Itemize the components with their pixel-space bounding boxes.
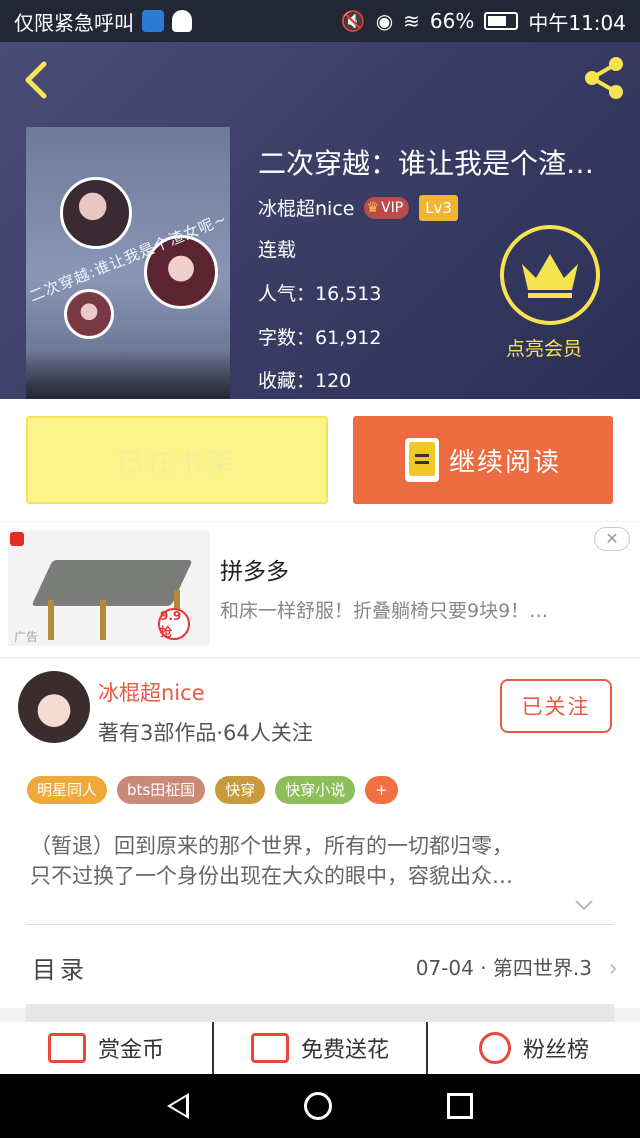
on-shelf-button[interactable]: 已在书架 [26, 416, 328, 504]
signal-app-icon [142, 10, 164, 32]
mute-icon: 🔇 [340, 9, 366, 33]
feature-label: 免费送花 [300, 1038, 389, 1063]
book-word-count: 字数：61,912 [258, 327, 382, 349]
toc-row[interactable]: 目录 07-04 · 第四世界.3 › [0, 924, 640, 1008]
clock: 中午11:04 [528, 10, 626, 35]
vip-promo-button[interactable] [500, 225, 600, 325]
author-avatar[interactable] [18, 671, 90, 743]
vip-badge-label: VIP [381, 199, 404, 216]
description-line: 只不过换了一个身份出现在大众的眼中，容貌出众… [30, 864, 513, 888]
price-tag: 9.9抢 [158, 608, 190, 640]
chair-leg [48, 600, 54, 640]
nav-back-icon[interactable] [167, 1093, 190, 1119]
tag-chip[interactable]: 明星同人 [27, 776, 108, 804]
ad-banner[interactable]: 9.9抢 广告 拼多多 和床一样舒服！折叠躺椅只要9块9！… ✕ [0, 521, 640, 657]
envelope-icon [47, 1033, 86, 1063]
crown-icon: ♛ [366, 199, 380, 216]
continue-reading-button[interactable]: 继续阅读 [353, 416, 613, 504]
book-header: 二次穿越:谁让我是个渣女呢~ 二次穿越：谁让我是个渣… 冰棍超nice ♛ VI… [0, 42, 640, 399]
action-bar: 已在书架 继续阅读 [0, 399, 640, 521]
cover-portrait [64, 289, 114, 339]
chair-leg [100, 600, 106, 640]
vip-badge: ♛ VIP [364, 196, 410, 219]
status-text: 仅限紧急呼叫 [14, 10, 134, 35]
ad-description[interactable]: 和床一样舒服！折叠躺椅只要9块9！… [220, 596, 620, 623]
feature-row: 赏金币 免费送花 粉丝榜 [0, 1022, 640, 1074]
follow-button[interactable]: 已关注 [500, 679, 612, 733]
ad-tag: 广告 [14, 630, 39, 644]
level-badge: Lv3 [419, 194, 458, 221]
feature-label: 赏金币 [97, 1038, 164, 1063]
pinduoduo-logo-icon [10, 532, 24, 546]
tag-list: 明星同人 bts田柾国 快穿 快穿小说 + [0, 765, 640, 815]
author-meta: 著有3部作品·64人关注 [98, 721, 313, 745]
battery-percent: 66% [429, 9, 475, 33]
tag-chip[interactable]: 快穿 [215, 776, 266, 804]
fan-ranking-button[interactable]: 粉丝榜 [428, 1022, 640, 1074]
tag-chip[interactable]: bts田柾国 [117, 776, 206, 804]
ad-image[interactable]: 9.9抢 广告 [8, 530, 210, 646]
author-name[interactable]: 冰棍超nice [98, 677, 205, 707]
book-author-line: 冰棍超nice ♛ VIP Lv3 [258, 194, 458, 221]
system-nav-bar [0, 1074, 640, 1138]
book-description[interactable]: （暂退）回到原来的那个世界，所有的一切都归零， 只不过换了一个身份出现在大众的眼… [0, 815, 640, 925]
flower-icon [250, 1033, 289, 1063]
chevron-down-icon[interactable] [574, 895, 594, 915]
crown-icon [522, 254, 578, 298]
book-icon [404, 438, 439, 482]
share-icon[interactable] [580, 54, 628, 102]
status-bar: 仅限紧急呼叫 🔇 ◉ ≋ 66% 中午11:04 [0, 0, 640, 42]
eye-icon: ◉ [375, 9, 394, 33]
send-flower-button[interactable]: 免费送花 [214, 1022, 428, 1074]
reward-coins-button[interactable]: 赏金币 [0, 1022, 214, 1074]
chevron-right-icon: › [608, 954, 618, 982]
ad-title[interactable]: 拼多多 [220, 552, 289, 586]
cover-trees [26, 351, 230, 399]
tag-chip[interactable]: 快穿小说 [275, 776, 356, 804]
book-title: 二次穿越：谁让我是个渣… [258, 147, 595, 180]
book-status: 连载 [258, 239, 297, 261]
toc-label: 目录 [32, 956, 88, 984]
book-popularity: 人气：16,513 [258, 283, 382, 305]
ad-close-button[interactable]: ✕ [594, 527, 630, 551]
target-icon [478, 1032, 511, 1064]
book-author[interactable]: 冰棍超nice [258, 194, 354, 221]
vip-promo-label[interactable]: 点亮会员 [506, 334, 582, 361]
wifi-icon: ≋ [403, 9, 420, 33]
nav-recent-apps-icon[interactable] [446, 1093, 473, 1119]
back-arrow-icon[interactable] [18, 60, 58, 100]
qq-icon [172, 10, 192, 32]
section-gap [26, 1004, 614, 1022]
latest-chapter: 07-04 · 第四世界.3 [415, 956, 592, 980]
continue-reading-label: 继续阅读 [448, 447, 561, 478]
book-cover[interactable]: 二次穿越:谁让我是个渣女呢~ [26, 127, 230, 399]
author-section: 冰棍超nice 著有3部作品·64人关注 已关注 [0, 658, 640, 773]
description-line: （暂退）回到原来的那个世界，所有的一切都归零， [30, 834, 513, 858]
book-favorites: 收藏：120 [258, 370, 352, 392]
divider [26, 924, 614, 925]
lounge-chair-image [31, 560, 193, 606]
add-tag-button[interactable]: + [365, 776, 398, 804]
nav-home-icon[interactable] [303, 1092, 332, 1120]
cover-portrait [60, 177, 132, 249]
battery-icon [484, 12, 519, 30]
feature-label: 粉丝榜 [522, 1038, 589, 1063]
